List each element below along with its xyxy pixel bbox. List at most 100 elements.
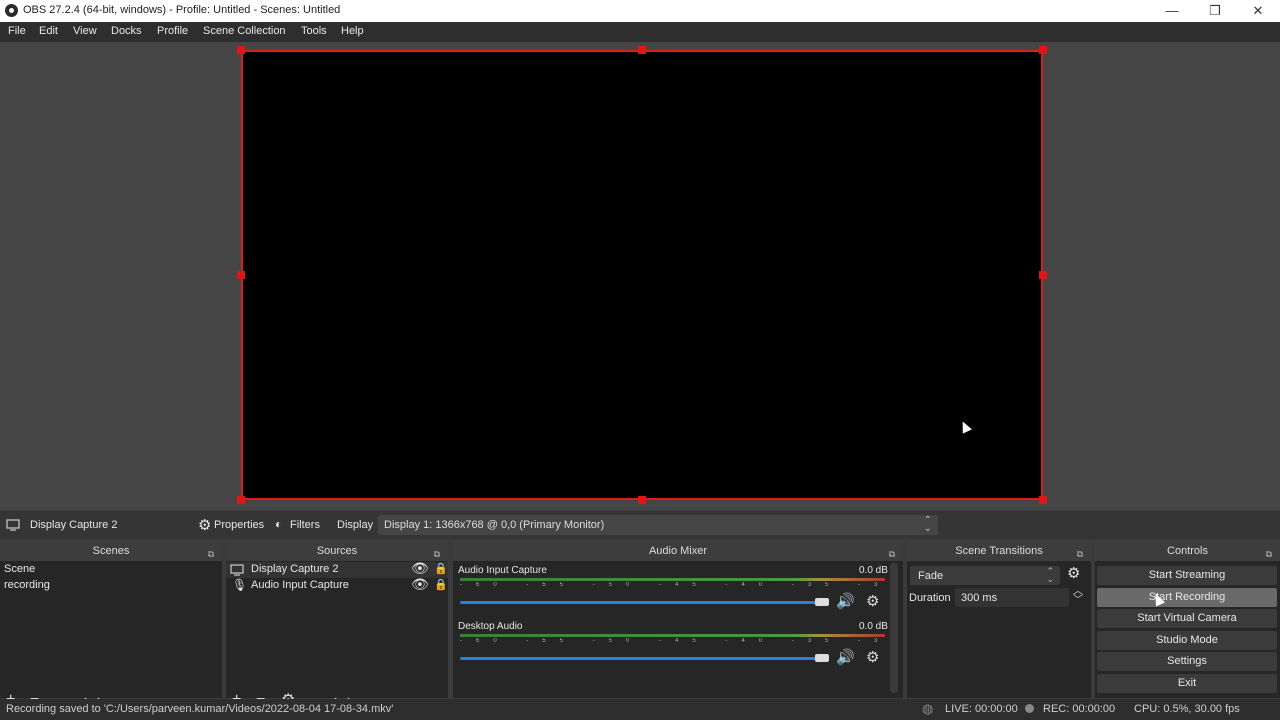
display-select-value: Display 1: 1366x768 @ 0,0 (Primary Monit… — [384, 519, 605, 531]
start-virtual-camera-button[interactable]: Start Virtual Camera — [1097, 609, 1277, 628]
scene-transitions-header: Scene Transitions ⧉ — [907, 541, 1091, 561]
cpu-fps: CPU: 0.5%, 30.00 fps — [1134, 703, 1240, 715]
speaker-icon[interactable]: 🔊 — [836, 648, 855, 666]
record-indicator-icon — [1025, 704, 1034, 713]
title-bar: OBS 27.2.4 (64-bit, windows) - Profile: … — [0, 0, 1280, 22]
close-button[interactable]: ✕ — [1238, 1, 1278, 21]
obs-logo-icon — [5, 4, 18, 17]
audio-mixer-dock: Audio Mixer ⧉ Audio Input Capture 0.0 dB… — [453, 541, 903, 698]
menu-docks[interactable]: Docks — [111, 25, 142, 37]
volume-slider[interactable] — [460, 657, 828, 660]
filters-button[interactable]: Filters — [290, 519, 320, 531]
lock-icon[interactable]: 🔒 — [434, 578, 448, 591]
resize-handle-b[interactable] — [638, 496, 646, 504]
transition-value: Fade — [918, 570, 944, 582]
menu-bar: File Edit View Docks Profile Scene Colle… — [0, 22, 1280, 42]
resize-handle-tr[interactable] — [1039, 46, 1047, 54]
lock-icon[interactable]: 🔒 — [434, 562, 448, 575]
controls-title: Controls — [1167, 545, 1208, 557]
volume-slider-knob[interactable] — [815, 654, 829, 662]
sources-title: Sources — [316, 545, 358, 557]
speaker-icon[interactable]: 🔊 — [836, 592, 855, 610]
selected-source-name: Display Capture 2 — [30, 519, 118, 531]
display-select[interactable]: Display 1: 1366x768 @ 0,0 (Primary Monit… — [378, 515, 938, 535]
live-timer: LIVE: 00:00:00 — [945, 703, 1018, 715]
microphone-icon: 🎙 — [232, 578, 248, 592]
channel-name: Desktop Audio — [458, 621, 523, 632]
channel-db: 0.0 dB — [859, 565, 888, 576]
scene-item[interactable]: recording — [4, 579, 50, 595]
audio-mixer-title: Audio Mixer — [648, 545, 708, 557]
menu-edit[interactable]: Edit — [39, 25, 58, 37]
menu-file[interactable]: File — [8, 25, 26, 37]
resize-handle-l[interactable] — [237, 271, 245, 279]
start-streaming-button[interactable]: Start Streaming — [1097, 566, 1277, 585]
visibility-eye-icon[interactable]: 👁 — [411, 560, 429, 577]
volume-slider[interactable] — [460, 601, 828, 604]
scene-item[interactable]: Scene — [4, 563, 35, 579]
maximize-button[interactable]: ❐ — [1195, 1, 1235, 21]
scenes-title: Scenes — [92, 545, 130, 557]
window-title: OBS 27.2.4 (64-bit, windows) - Profile: … — [23, 4, 341, 16]
resize-handle-tl[interactable] — [237, 46, 245, 54]
settings-button[interactable]: Settings — [1097, 652, 1277, 671]
rec-timer: REC: 00:00:00 — [1043, 703, 1116, 715]
gear-icon[interactable]: ⚙ — [866, 648, 879, 666]
scene-transitions-dock: Scene Transitions ⧉ Fade ⌃ ⌄ ⚙ Duration 3… — [907, 541, 1091, 698]
menu-scene-collection[interactable]: Scene Collection — [203, 25, 286, 37]
resize-handle-r[interactable] — [1039, 271, 1047, 279]
sources-list: Display Capture 2 👁 🔒 🎙 Audio Input Capt… — [226, 560, 448, 715]
studio-mode-button[interactable]: Studio Mode — [1097, 631, 1277, 650]
properties-button[interactable]: Properties — [214, 519, 264, 531]
scenes-list: Scene recording + − ︿ ﹀ — [0, 561, 222, 715]
transition-select[interactable]: Fade ⌃ ⌄ — [910, 566, 1060, 585]
mixer-scrollbar[interactable] — [890, 563, 898, 693]
filters-icon: ◐ — [275, 517, 283, 531]
menu-help[interactable]: Help — [341, 25, 364, 37]
resize-handle-bl[interactable] — [237, 496, 245, 504]
channel-db: 0.0 dB — [859, 621, 888, 632]
exit-button[interactable]: Exit — [1097, 674, 1277, 693]
menu-view[interactable]: View — [73, 25, 97, 37]
scenes-header: Scenes ⧉ — [0, 541, 222, 561]
source-row[interactable]: 🎙 Audio Input Capture 👁 🔒 — [226, 576, 448, 594]
monitor-icon — [230, 564, 244, 576]
scenes-dock: Scenes ⧉ Scene recording + − ︿ ﹀ — [0, 541, 222, 715]
duration-input[interactable]: 300 ms — [955, 588, 1069, 607]
network-icon: ◍ — [922, 701, 934, 716]
resize-handle-br[interactable] — [1039, 496, 1047, 504]
audio-mixer-header: Audio Mixer ⧉ — [453, 541, 903, 561]
controls-header: Controls ⧉ — [1095, 541, 1280, 561]
source-name: Audio Input Capture — [251, 579, 349, 591]
monitor-icon — [6, 519, 20, 531]
sources-dock: Sources ⧉ Display Capture 2 👁 🔒 🎙 Audio … — [226, 541, 448, 715]
channel-name: Audio Input Capture — [458, 565, 547, 576]
gear-icon: ⚙ — [198, 517, 212, 534]
gear-icon[interactable]: ⚙ — [866, 592, 879, 610]
duration-value: 300 ms — [961, 592, 998, 604]
duration-stepper[interactable]: ︿ ﹀ — [1073, 587, 1083, 606]
meter-ticks: -60 -55 -50 -45 -40 -35 -30 -25 -20 -15 … — [460, 582, 885, 588]
start-recording-button[interactable]: Start Recording — [1097, 588, 1277, 607]
duration-label: Duration — [909, 592, 951, 604]
transition-gear-icon[interactable]: ⚙ — [1067, 564, 1080, 582]
updown-arrow-icon: ⌃ ⌄ — [923, 515, 932, 534]
menu-tools[interactable]: Tools — [301, 25, 327, 37]
sources-header: Sources ⧉ — [226, 541, 448, 561]
meter-ticks: -60 -55 -50 -45 -40 -35 -30 -25 -20 -15 … — [460, 638, 885, 644]
audio-mixer-body: Audio Input Capture 0.0 dB -60 -55 -50 -… — [453, 561, 903, 698]
source-name: Display Capture 2 — [251, 563, 339, 575]
minimize-button[interactable]: — — [1152, 1, 1192, 21]
volume-slider-knob[interactable] — [815, 598, 829, 606]
status-bar: Recording saved to 'C:/Users/parveen.kum… — [0, 699, 1280, 720]
resize-handle-t[interactable] — [638, 46, 646, 54]
menu-profile[interactable]: Profile — [157, 25, 188, 37]
scene-transitions-body: Fade ⌃ ⌄ ⚙ Duration 300 ms ︿ ﹀ — [907, 561, 1091, 698]
scene-transitions-title: Scene Transitions — [955, 545, 1043, 557]
updown-arrow-icon: ⌃ ⌄ — [1046, 566, 1054, 584]
preview-canvas[interactable] — [241, 50, 1043, 500]
status-message: Recording saved to 'C:/Users/parveen.kum… — [6, 703, 394, 715]
volume-meter — [460, 634, 885, 637]
display-label: Display — [337, 519, 374, 531]
visibility-eye-icon[interactable]: 👁 — [411, 576, 429, 593]
